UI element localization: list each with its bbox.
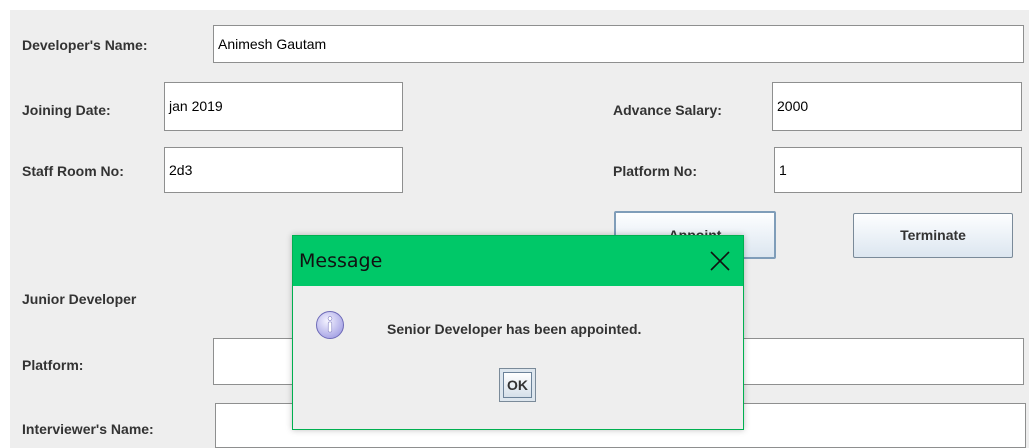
dialog-title: Message <box>299 250 383 272</box>
platform-label: Platform: <box>22 357 84 373</box>
staff-room-field[interactable]: 2d3 <box>164 147 403 193</box>
info-icon <box>315 310 345 340</box>
junior-developer-heading: Junior Developer <box>22 291 137 307</box>
message-dialog: Message Senior Developer has been appoin… <box>292 235 744 430</box>
platform-no-label: Platform No: <box>613 163 697 179</box>
ok-button-label: OK <box>503 372 532 398</box>
developer-name-field[interactable]: Animesh Gautam <box>213 25 1024 63</box>
advance-salary-label: Advance Salary: <box>613 102 722 118</box>
interviewer-name-label: Interviewer's Name: <box>22 421 154 437</box>
terminate-button[interactable]: Terminate <box>853 213 1013 258</box>
staff-room-label: Staff Room No: <box>22 163 124 179</box>
advance-salary-field[interactable]: 2000 <box>772 82 1022 131</box>
dialog-titlebar[interactable]: Message <box>293 236 743 286</box>
ok-button[interactable]: OK <box>499 368 536 402</box>
developer-name-label: Developer's Name: <box>22 37 148 53</box>
joining-date-field[interactable]: jan 2019 <box>164 82 403 131</box>
platform-no-field[interactable]: 1 <box>774 147 1022 193</box>
joining-date-label: Joining Date: <box>22 102 111 118</box>
dialog-message: Senior Developer has been appointed. <box>387 321 642 337</box>
close-icon[interactable] <box>697 236 743 286</box>
